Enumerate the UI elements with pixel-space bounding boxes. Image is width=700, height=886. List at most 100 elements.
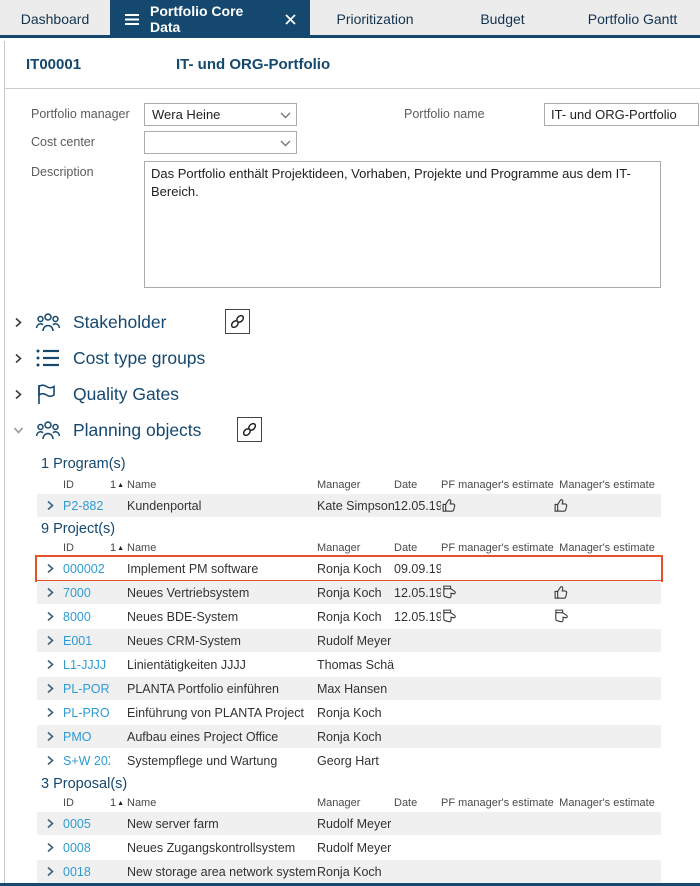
chevron-right-icon[interactable] — [37, 818, 63, 829]
chevron-right-icon[interactable] — [37, 755, 63, 766]
row-id-link[interactable]: E001 — [63, 634, 110, 648]
sort-indicator[interactable]: 1▲ — [110, 479, 127, 491]
col-date[interactable]: Date — [394, 479, 441, 491]
section-label: Planning objects — [73, 420, 201, 441]
row-manager-estimate[interactable] — [553, 584, 661, 601]
col-manager[interactable]: Manager — [317, 542, 394, 554]
chevron-right-icon[interactable] — [37, 587, 63, 598]
row-id-link[interactable]: P2-882 — [63, 499, 110, 513]
col-name[interactable]: Name — [127, 479, 317, 491]
row-name: Neues BDE-System — [127, 610, 317, 624]
chevron-right-icon[interactable] — [10, 317, 26, 328]
chevron-right-icon — [46, 842, 55, 853]
col-manager[interactable]: Manager — [317, 797, 394, 809]
col-manager-estimate[interactable]: Manager's estimate — [553, 479, 661, 491]
link-button[interactable] — [225, 309, 250, 334]
col-name[interactable]: Name — [127, 542, 317, 554]
section-stakeholder[interactable]: Stakeholder — [10, 310, 700, 334]
col-manager[interactable]: Manager — [317, 479, 394, 491]
row-manager-estimate[interactable] — [553, 497, 661, 514]
row-id-link[interactable]: 0018 — [63, 865, 110, 879]
row-id-link[interactable]: L1-JJJJ — [63, 658, 110, 672]
sort-asc-icon: ▲ — [117, 482, 124, 489]
chevron-right-icon[interactable] — [37, 707, 63, 718]
row-id-link[interactable]: PL-PROJECT — [63, 706, 110, 720]
tab-dashboard[interactable]: Dashboard — [0, 0, 110, 38]
row-id-link[interactable]: 000002 — [63, 562, 110, 576]
chevron-right-icon[interactable] — [37, 731, 63, 742]
col-date[interactable]: Date — [394, 797, 441, 809]
chevron-right-icon[interactable] — [37, 659, 63, 670]
portfolio-name-input[interactable] — [544, 103, 699, 126]
table-row: 0008 Neues ZugangskontrollsystemRudolf Me… — [37, 836, 661, 859]
table-row: E001Neues CRM-SystemRudolf Meyer — [37, 629, 661, 652]
col-pf-estimate[interactable]: PF manager's estimate — [441, 797, 553, 809]
thumb-up-icon — [553, 584, 661, 601]
col-name[interactable]: Name — [127, 797, 317, 809]
row-name: Linientätigkeiten JJJJ — [127, 658, 317, 672]
row-id-link[interactable]: 0008 — [63, 841, 110, 855]
row-id-link[interactable]: PMO — [63, 730, 110, 744]
row-id-link[interactable]: S+W 20XX — [63, 754, 110, 768]
col-id[interactable]: ID — [63, 479, 110, 491]
col-pf-estimate[interactable]: PF manager's estimate — [441, 542, 553, 554]
thumb-neutral-icon — [441, 608, 553, 625]
col-id[interactable]: ID — [63, 797, 110, 809]
section-cost-type-groups[interactable]: Cost type groups — [10, 346, 700, 370]
sort-indicator[interactable]: 1▲ — [110, 797, 127, 809]
tab-label: Dashboard — [21, 11, 90, 27]
tab-prioritization[interactable]: Prioritization — [310, 0, 440, 38]
sections: Stakeholder Cost type groups Quality Gates… — [5, 310, 700, 442]
tab-portfolio-gantt[interactable]: Portfolio Gantt — [565, 0, 700, 38]
tab-budget[interactable]: Budget — [440, 0, 565, 38]
section-quality-gates[interactable]: Quality Gates — [10, 382, 700, 406]
row-id-link[interactable]: PL-PORTFO... — [63, 682, 110, 696]
link-icon — [228, 312, 247, 331]
close-icon[interactable] — [285, 14, 296, 25]
link-icon — [240, 420, 259, 439]
sort-asc-icon: ▲ — [117, 800, 124, 807]
chevron-right-icon — [46, 818, 55, 829]
cost-center-select[interactable] — [144, 131, 297, 154]
chevron-right-icon[interactable] — [37, 563, 63, 574]
chevron-down-icon[interactable] — [10, 426, 26, 435]
sort-indicator[interactable]: 1▲ — [110, 542, 127, 554]
description-textarea[interactable]: Das Portfolio enthält Projektideen, Vorh… — [144, 161, 661, 288]
col-manager-estimate[interactable]: Manager's estimate — [553, 542, 661, 554]
portfolio-manager-value: Wera Heine — [152, 107, 220, 122]
chevron-right-icon[interactable] — [10, 353, 26, 364]
row-pf-estimate[interactable] — [441, 497, 553, 514]
chevron-right-icon[interactable] — [37, 635, 63, 646]
hamburger-icon[interactable] — [124, 13, 140, 26]
tab-portfolio-core-data[interactable]: Portfolio Core Data — [110, 0, 310, 38]
chevron-right-icon — [46, 635, 55, 646]
col-manager-estimate[interactable]: Manager's estimate — [553, 797, 661, 809]
row-manager: Rudolf Meyer — [317, 841, 394, 855]
row-id-link[interactable]: 7000 — [63, 586, 110, 600]
row-name: Neues Zugangskontrollsystem — [127, 841, 317, 855]
row-id-link[interactable]: 8000 — [63, 610, 110, 624]
chevron-right-icon[interactable] — [37, 500, 63, 511]
chevron-right-icon[interactable] — [37, 842, 63, 853]
row-manager-estimate[interactable] — [553, 608, 661, 625]
row-manager: Ronja Koch — [317, 730, 394, 744]
portfolio-manager-select[interactable]: Wera Heine — [144, 103, 297, 126]
link-button[interactable] — [237, 417, 262, 442]
col-date[interactable]: Date — [394, 542, 441, 554]
chevron-right-icon — [46, 563, 55, 574]
chevron-right-icon[interactable] — [37, 611, 63, 622]
sort-number: 1 — [110, 797, 116, 809]
row-id-link[interactable]: 0005 — [63, 817, 110, 831]
chevron-right-icon[interactable] — [10, 389, 26, 400]
row-pf-estimate[interactable] — [441, 584, 553, 601]
tab-label: Prioritization — [336, 11, 413, 27]
col-pf-estimate[interactable]: PF manager's estimate — [441, 479, 553, 491]
chevron-right-icon[interactable] — [37, 683, 63, 694]
row-pf-estimate[interactable] — [441, 608, 553, 625]
tab-label: Portfolio Gantt — [588, 11, 678, 27]
chevron-right-icon[interactable] — [37, 866, 63, 877]
col-id[interactable]: ID — [63, 542, 110, 554]
section-planning-objects[interactable]: Planning objects — [10, 418, 700, 442]
table-row: P2-882KundenportalKate Simpson12.05.19 — [37, 494, 661, 517]
row-manager: Kate Simpson — [317, 499, 394, 513]
